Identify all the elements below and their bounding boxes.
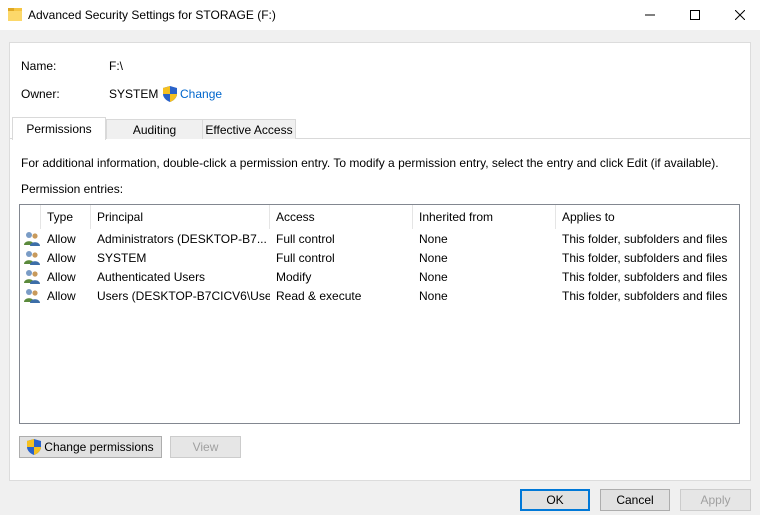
main-panel: Name: F:\ Owner: SYSTEM Change Permissio… [9,42,751,481]
row-type: Allow [47,269,76,284]
ok-button[interactable]: OK [520,489,590,511]
row-inherited-from: None [419,288,448,303]
table-row[interactable]: Allow SYSTEM Full control None This fold… [20,248,739,267]
users-icon [24,231,40,246]
security-settings-window: Advanced Security Settings for STORAGE (… [0,0,760,515]
change-permissions-button[interactable]: Change permissions [19,436,162,458]
row-applies-to: This folder, subfolders and files [562,288,728,303]
apply-button[interactable]: Apply [680,489,751,511]
folder-icon [8,7,22,22]
row-inherited-from: None [419,269,448,284]
uac-shield-icon [163,86,177,102]
row-principal: SYSTEM [97,250,147,265]
permission-entries-label: Permission entries: [21,182,124,196]
name-value: F:\ [109,59,123,73]
row-access: Full control [276,250,335,265]
row-type: Allow [47,231,76,246]
row-inherited-from: None [419,250,448,265]
row-principal: Administrators (DESKTOP-B7... [97,231,267,246]
row-type: Allow [47,250,76,265]
tab-auditing[interactable]: Auditing [106,119,203,139]
owner-label: Owner: [21,87,60,101]
table-row[interactable]: Allow Authenticated Users Modify None Th… [20,267,739,286]
row-inherited-from: None [419,231,448,246]
row-principal: Users (DESKTOP-B7CICV6\Use... [97,288,270,303]
row-access: Read & execute [276,288,362,303]
view-button[interactable]: View [170,436,241,458]
users-icon [24,288,40,303]
column-header-principal[interactable]: Principal [91,205,270,229]
table-row[interactable]: Allow Administrators (DESKTOP-B7... Full… [20,229,739,248]
row-applies-to: This folder, subfolders and files [562,231,728,246]
title-bar: Advanced Security Settings for STORAGE (… [0,0,760,30]
uac-shield-icon [27,439,42,455]
row-access: Full control [276,231,335,246]
cancel-button[interactable]: Cancel [600,489,670,511]
row-principal: Authenticated Users [97,269,206,284]
column-header-icon[interactable] [20,205,41,229]
minimize-button[interactable] [627,0,673,30]
permission-entries-list[interactable]: Type Principal Access Inherited from App… [19,204,740,424]
users-icon [24,269,40,284]
tab-permissions[interactable]: Permissions [12,117,106,140]
window-title: Advanced Security Settings for STORAGE (… [28,8,276,22]
row-type: Allow [47,288,76,303]
tab-effective-access[interactable]: Effective Access [202,119,296,139]
change-owner-link[interactable]: Change [180,87,222,101]
maximize-button[interactable] [672,0,718,30]
change-permissions-label: Change permissions [44,440,154,454]
table-row[interactable]: Allow Users (DESKTOP-B7CICV6\Use... Read… [20,286,739,305]
users-icon [24,250,40,265]
row-applies-to: This folder, subfolders and files [562,269,728,284]
close-button[interactable] [717,0,760,30]
column-header-access[interactable]: Access [270,205,413,229]
column-header-type[interactable]: Type [41,205,91,229]
list-header: Type Principal Access Inherited from App… [20,205,739,229]
row-applies-to: This folder, subfolders and files [562,250,728,265]
column-header-applies-to[interactable]: Applies to [556,205,739,229]
name-label: Name: [21,59,57,73]
info-text: For additional information, double-click… [21,156,719,170]
row-access: Modify [276,269,312,284]
owner-value: SYSTEM [109,87,159,101]
column-header-inherited-from[interactable]: Inherited from [413,205,556,229]
